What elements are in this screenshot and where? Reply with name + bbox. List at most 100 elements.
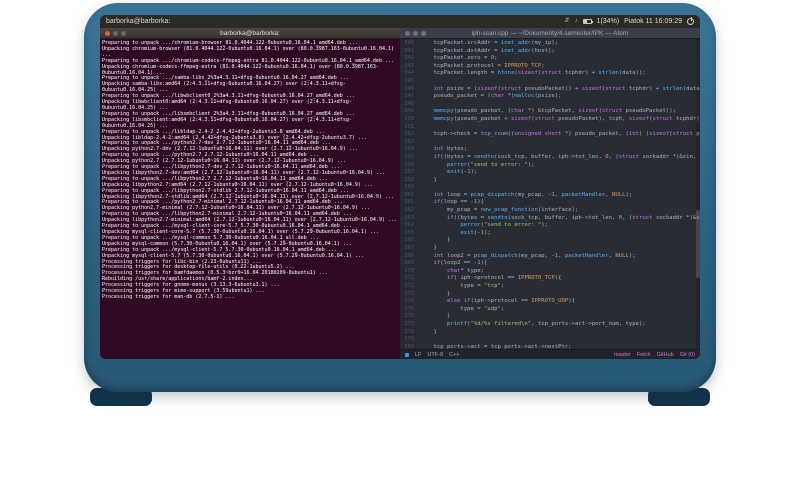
line-number: 359 <box>404 184 414 191</box>
code-line: int loop2 = pcap_dispatch(my_pcap, -1, p… <box>433 252 636 259</box>
code-line: if(loop == -1){ <box>433 199 485 206</box>
status-item[interactable]: master <box>614 352 631 358</box>
code-line: type = "tcp"; <box>420 283 505 289</box>
line-number: 377 <box>404 320 414 327</box>
line-number: 368 <box>404 252 414 259</box>
minimize-icon[interactable] <box>413 30 418 36</box>
code-line: memcpy(pseudo_packet, (char *) &tcpPacke… <box>433 108 677 115</box>
line-number: 341 <box>404 47 414 54</box>
terminal-line: Processing triggers for man-db (2.7.5-1)… <box>102 293 235 300</box>
code-line: } <box>420 176 437 183</box>
line-number: 363 <box>404 214 414 221</box>
line-number: 364 <box>404 222 414 229</box>
battery-percent[interactable]: 1(34%) <box>597 15 620 28</box>
close-icon[interactable] <box>405 30 410 36</box>
maximize-icon[interactable] <box>121 30 126 36</box>
code-line: tcpPacket.protocol = IPPROTO_TCP; <box>420 62 545 69</box>
update-icon[interactable] <box>405 352 409 357</box>
line-number: 343 <box>404 62 414 69</box>
close-icon[interactable] <box>105 30 110 36</box>
status-item[interactable]: LF <box>415 352 421 358</box>
line-number: 347 <box>404 93 414 100</box>
terminal-titlebar[interactable]: barborka@barborka: <box>100 28 400 39</box>
code-line: tcpPacket.srcAddr = inet_addr(my_ip); <box>420 40 559 46</box>
terminal-line: Unpacking libsmbclient:amd64 (2:4.3.11+d… <box>102 116 352 129</box>
line-number: 340 <box>404 40 414 46</box>
desktop-menubar: barborka@barborka: ⇵ ♪ 1(34%) Piatok 11 … <box>100 15 700 28</box>
maximize-icon[interactable] <box>421 30 426 36</box>
line-number: 375 <box>404 305 414 312</box>
line-number: 371 <box>404 275 414 282</box>
terminal-output[interactable]: Preparing to unpack .../chromium-browser… <box>100 39 400 359</box>
code-line: if( iph->protocol == IPPROTO_TCP){ <box>446 275 562 282</box>
code-line: tcpPacket.length = htons(sizeof(struct t… <box>420 70 646 77</box>
line-number: 361 <box>404 199 414 206</box>
line-number: 376 <box>404 313 414 320</box>
line-number: 355 <box>404 153 414 160</box>
code-line: if((bytes = sendto(sock_tcp, buffer, iph… <box>433 153 700 160</box>
status-item[interactable]: UTF-8 <box>427 352 443 358</box>
scrollbar-thumb[interactable] <box>696 209 700 278</box>
line-number: 360 <box>404 191 414 198</box>
line-number: 374 <box>404 298 414 305</box>
battery-icon[interactable] <box>582 19 593 24</box>
code-line: else if(iph->protocol == IPPROTO_UDP){ <box>446 298 575 305</box>
laptop-frame: barborka@barborka: ⇵ ♪ 1(34%) Piatok 11 … <box>84 3 716 392</box>
status-item[interactable]: Git (0) <box>680 352 695 358</box>
network-icon[interactable]: ⇵ <box>565 15 570 28</box>
code-line: tcp_ports->act = tcp_ports->act->nextPtr… <box>420 343 572 349</box>
line-number: 354 <box>404 146 414 153</box>
code-line: int loop = pcap_dispatch(my_pcap, -1, pa… <box>433 191 633 198</box>
line-number: 366 <box>404 237 414 244</box>
clock[interactable]: Piatok 11 16:09:29 <box>624 15 682 28</box>
editor-title: iph-scan.cpp — ~/Dokumenty/4.semester/IP… <box>471 29 629 37</box>
code-area[interactable]: tcpPacket.srcAddr = inet_addr(my_ip); tc… <box>417 39 700 349</box>
code-line: } <box>420 313 451 320</box>
minimize-icon[interactable] <box>113 30 118 36</box>
code-line: if(loop2 == -1){ <box>433 260 488 267</box>
editor-scrollbar[interactable] <box>696 39 700 349</box>
line-number: 345 <box>404 77 414 84</box>
status-item[interactable]: C++ <box>449 352 459 358</box>
line-number: 357 <box>404 169 414 176</box>
code-line: type = "udp"; <box>420 305 505 312</box>
code-line: tcph->check = tcp_csum((unsigned short *… <box>420 131 700 138</box>
code-line: printf("%d/%s filtered\n", tcp_ports->ac… <box>446 320 646 327</box>
menubar-window-title: barborka@barborka: <box>106 18 171 25</box>
code-line: memcpy(pseudo_packet + sizeof(struct pse… <box>433 115 700 122</box>
line-number: 351 <box>404 123 414 130</box>
line-number: 378 <box>404 328 414 335</box>
code-line: } <box>420 290 451 297</box>
line-number: 353 <box>404 138 414 145</box>
editor-titlebar[interactable]: iph-scan.cpp — ~/Dokumenty/4.semester/IP… <box>400 28 700 39</box>
code-line: char* type; <box>446 267 485 274</box>
volume-icon[interactable]: ♪ <box>575 15 578 28</box>
status-item[interactable]: GitHub <box>657 352 674 358</box>
line-number: 342 <box>404 55 414 62</box>
line-number: 379 <box>404 336 414 343</box>
code-line: int bytes; <box>433 146 468 153</box>
status-item[interactable]: Fetch <box>637 352 651 358</box>
statusbar-right: master Fetch GitHub Git (0) <box>614 352 695 358</box>
code-editor[interactable]: 340 341 342 343 344 345 346 347 348 349 350 351 352 3… <box>400 39 700 349</box>
code-line: exit(-1); <box>446 169 478 176</box>
line-number: 373 <box>404 290 414 297</box>
code-line: } <box>420 328 437 335</box>
code-line: if((bytes = sendto(sock_tcp, buffer, iph… <box>446 214 700 221</box>
line-number: 365 <box>404 229 414 236</box>
code-line: my_pcap = new_pcap_function(interface); <box>420 207 579 214</box>
line-number: 372 <box>404 283 414 289</box>
line-number: 348 <box>404 100 414 107</box>
power-icon[interactable] <box>687 17 694 25</box>
line-number: 367 <box>404 245 414 252</box>
line-number: 350 <box>404 115 414 122</box>
line-number-gutter: 340 341 342 343 344 345 346 347 348 349 350 351 352 3… <box>400 39 417 349</box>
line-number: 370 <box>404 267 414 274</box>
editor-window: iph-scan.cpp — ~/Dokumenty/4.semester/IP… <box>400 28 700 359</box>
code-line: exit(-1); <box>460 229 491 236</box>
